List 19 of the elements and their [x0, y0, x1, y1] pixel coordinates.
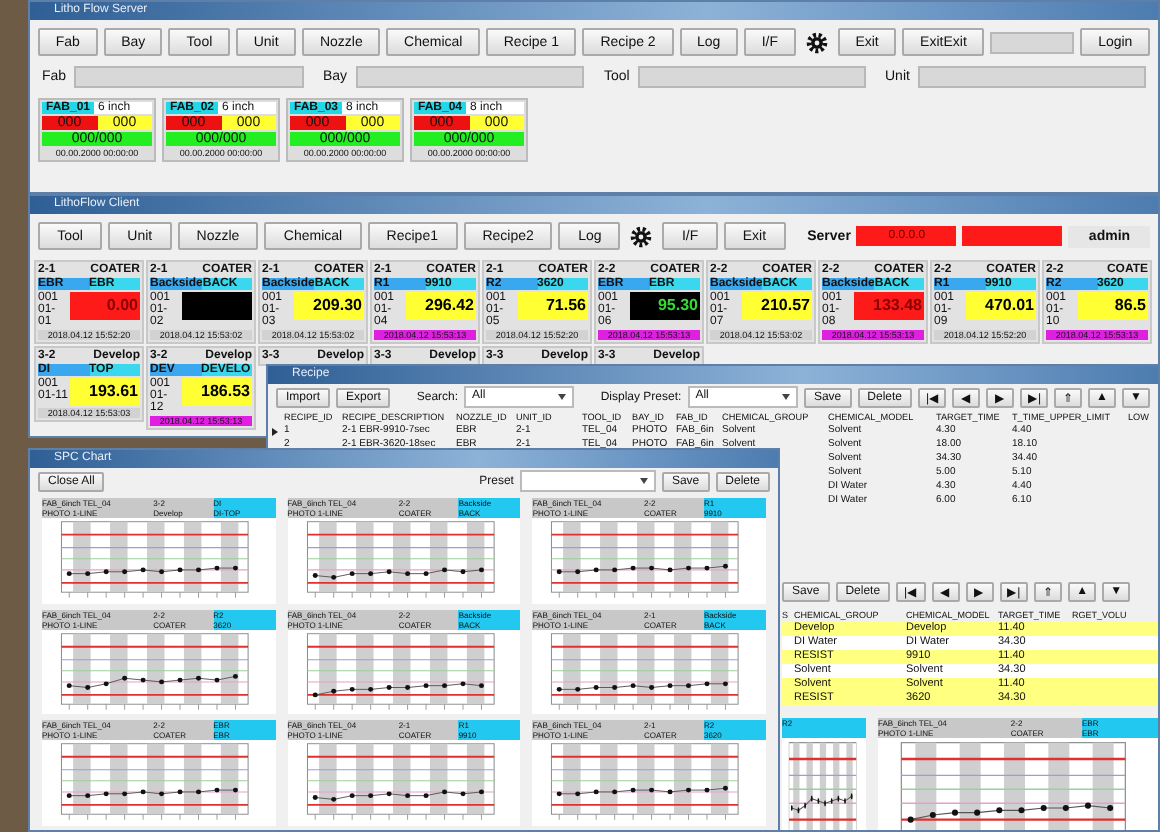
- filter-field[interactable]: [637, 66, 865, 88]
- value-display: 193.61: [70, 378, 140, 406]
- value-display: 0.00: [70, 292, 140, 320]
- settings-icon[interactable]: [630, 225, 653, 247]
- text-field[interactable]: [990, 31, 1075, 53]
- value-display: 210.57: [742, 292, 812, 320]
- settings-icon[interactable]: [805, 31, 828, 53]
- value-display: 470.01: [966, 292, 1036, 320]
- filter-field[interactable]: [74, 66, 303, 88]
- filter-field[interactable]: [355, 66, 584, 88]
- value-display: 296.42: [406, 292, 476, 320]
- value-display: 95.30: [630, 292, 700, 320]
- dropdown[interactable]: [519, 470, 656, 492]
- filter-field[interactable]: [917, 66, 1146, 88]
- value-display: 71.56: [518, 292, 588, 320]
- value-display: 133.48: [854, 292, 924, 320]
- value-display: 186.53: [182, 378, 252, 406]
- value-display: 86.5: [1078, 292, 1148, 320]
- value-display: 209.30: [294, 292, 364, 320]
